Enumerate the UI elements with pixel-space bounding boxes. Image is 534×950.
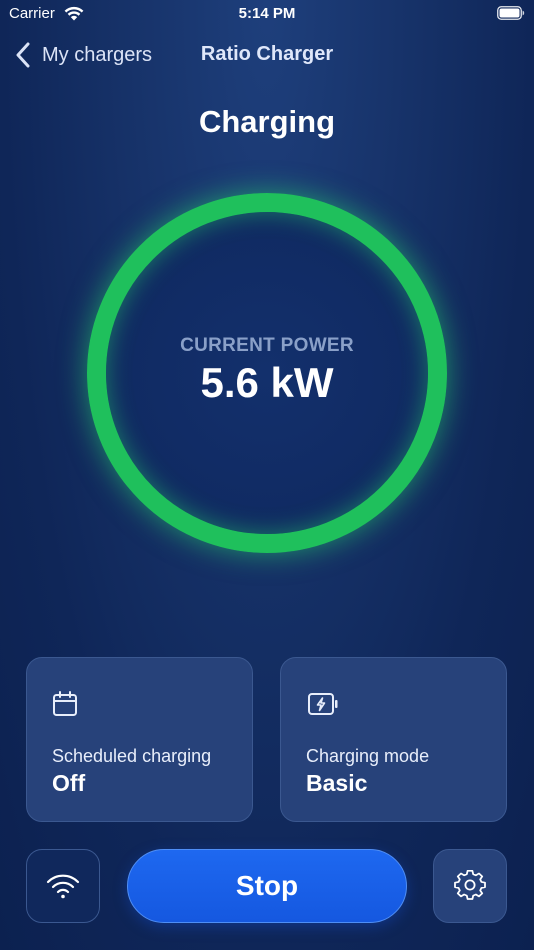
current-power-value: 5.6 kW bbox=[200, 359, 334, 406]
wifi-button[interactable] bbox=[26, 849, 100, 923]
scheduled-charging-label: Scheduled charging bbox=[52, 746, 212, 766]
gear-icon bbox=[454, 870, 486, 900]
current-power-label: CURRENT POWER bbox=[180, 335, 354, 356]
charging-mode-label: Charging mode bbox=[306, 746, 430, 766]
charging-mode-value: Basic bbox=[306, 770, 368, 796]
battery-bolt-icon bbox=[308, 693, 338, 715]
page-title: Ratio Charger bbox=[200, 43, 334, 65]
power-ring: CURRENT POWER 5.6 kW bbox=[87, 193, 447, 553]
status-time: 5:14 PM bbox=[238, 5, 296, 22]
stop-button[interactable]: Stop bbox=[127, 849, 407, 923]
battery-icon bbox=[497, 6, 525, 20]
charging-state-title: Charging bbox=[198, 104, 336, 139]
settings-button[interactable] bbox=[433, 849, 507, 923]
scheduled-charging-card[interactable]: Scheduled charging Off bbox=[26, 657, 253, 822]
navigation-bar: My chargers Ratio Charger bbox=[0, 38, 534, 74]
calendar-icon bbox=[53, 691, 77, 716]
stop-button-label: Stop bbox=[235, 870, 299, 901]
scheduled-charging-value: Off bbox=[52, 770, 86, 796]
status-bar: Carrier 5:14 PM bbox=[0, 0, 534, 28]
charging-mode-card[interactable]: Charging mode Basic bbox=[280, 657, 507, 822]
wifi-icon bbox=[46, 874, 80, 899]
